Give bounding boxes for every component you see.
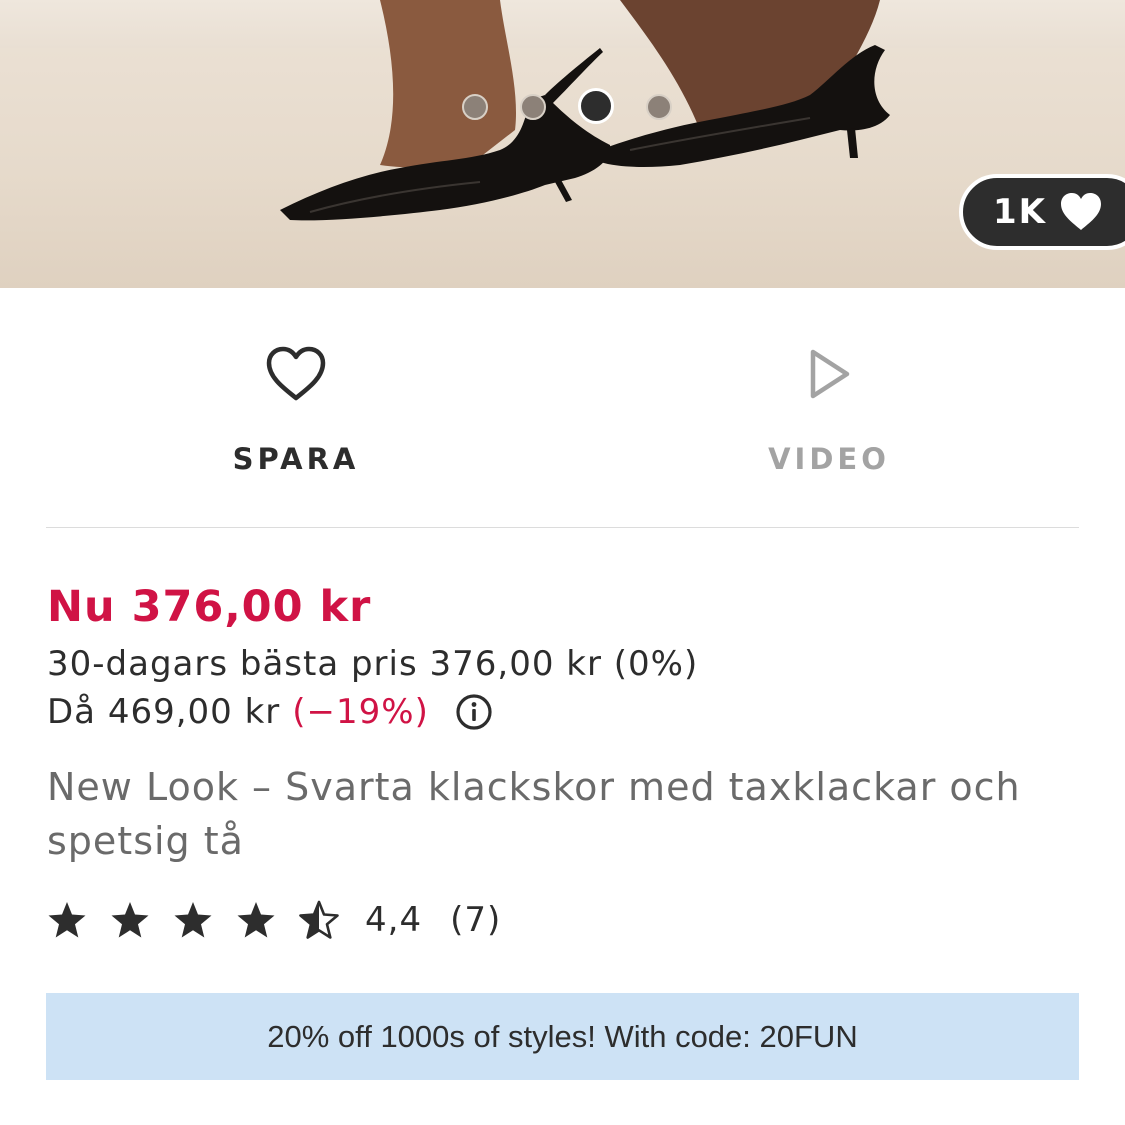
promo-banner[interactable]: 20% off 1000s of styles! With code: 20FU… bbox=[46, 993, 1079, 1080]
product-image bbox=[280, 0, 890, 221]
video-button[interactable]: VIDEO bbox=[679, 288, 979, 528]
rating-score: 4,4 bbox=[365, 900, 423, 940]
info-icon[interactable] bbox=[455, 693, 493, 731]
star-full-icon bbox=[111, 902, 149, 938]
gallery-dot[interactable] bbox=[520, 93, 546, 120]
gallery-pagination bbox=[462, 88, 672, 124]
best-price-30-days: 30-dagars bästa pris 376,00 kr (0%) bbox=[47, 644, 699, 684]
star-full-icon bbox=[48, 902, 86, 938]
product-title: New Look – Svarta klackskor med taxklack… bbox=[47, 765, 1021, 863]
save-button[interactable]: SPARA bbox=[146, 288, 446, 528]
star-half-icon bbox=[299, 900, 339, 939]
gallery-dot-active[interactable] bbox=[578, 88, 614, 124]
gallery-dot[interactable] bbox=[462, 93, 488, 120]
gallery-dot[interactable] bbox=[646, 93, 672, 120]
star-full-icon bbox=[237, 902, 275, 938]
save-label: SPARA bbox=[232, 442, 360, 476]
previous-price: Då 469,00 kr bbox=[47, 692, 281, 732]
product-image-gallery[interactable]: 1K bbox=[0, 0, 1125, 288]
discount-percent: (−19%) bbox=[292, 692, 429, 732]
play-icon bbox=[810, 349, 850, 399]
current-price: Nu 376,00 kr bbox=[47, 582, 372, 632]
star-full-icon bbox=[174, 902, 212, 938]
product-actions: SPARA VIDEO bbox=[46, 288, 1079, 528]
previous-price-row: Då 469,00 kr (−19%) bbox=[47, 692, 493, 732]
video-label: VIDEO bbox=[768, 442, 890, 476]
heart-outline-icon bbox=[266, 346, 326, 401]
rating-summary[interactable]: 4,4 (7) bbox=[47, 896, 501, 944]
review-count: (7) bbox=[450, 900, 502, 940]
heart-icon bbox=[1061, 193, 1102, 230]
promo-text: 20% off 1000s of styles! With code: 20FU… bbox=[267, 1018, 858, 1054]
likes-badge[interactable]: 1K bbox=[959, 174, 1125, 250]
likes-count: 1K bbox=[993, 192, 1048, 232]
